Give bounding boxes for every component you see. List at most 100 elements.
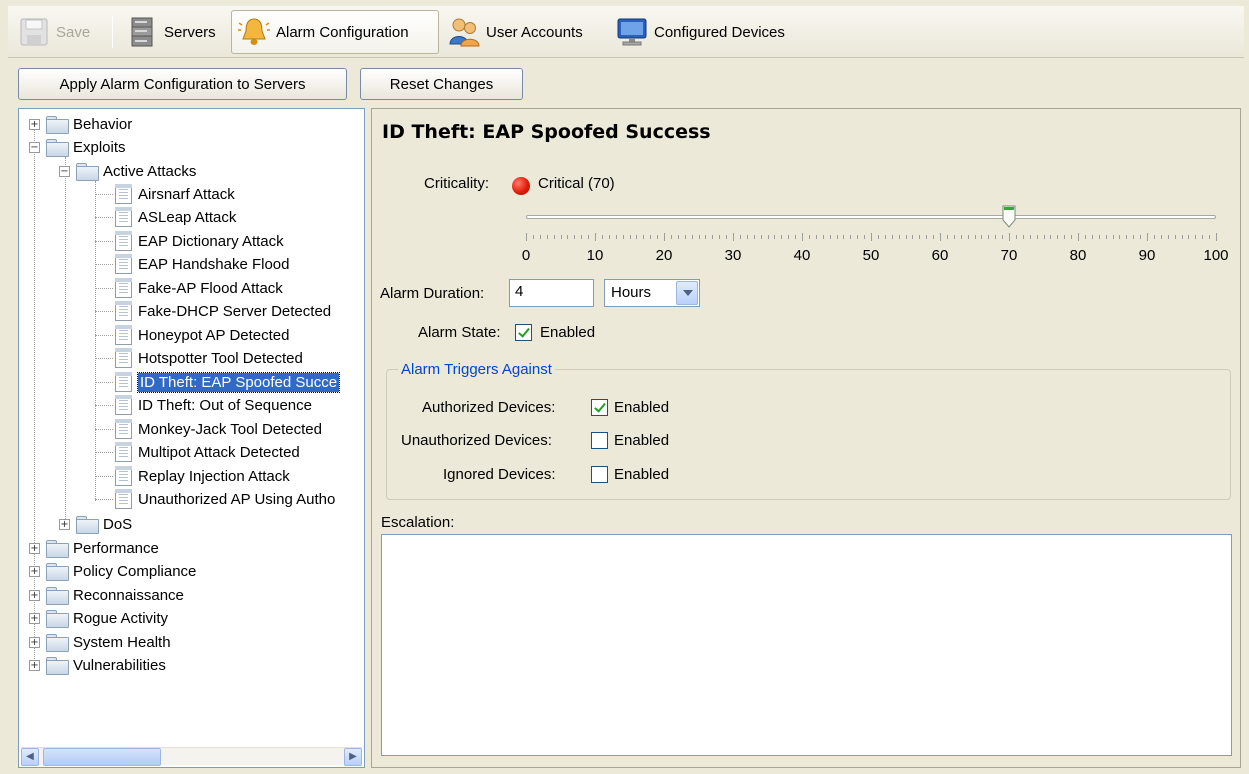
tree-leaf-eap-dictionary[interactable]: EAP Dictionary Attack: [95, 230, 284, 252]
scrollbar-thumb[interactable]: [43, 748, 161, 766]
user-accounts-button[interactable]: User Accounts: [442, 10, 589, 54]
slider-tick: [774, 235, 776, 239]
tree-node-rogue-activity[interactable]: + Rogue Activity: [29, 607, 168, 629]
tree-node-active-attacks[interactable]: − Active Attacks: [59, 160, 196, 182]
unauthorized-devices-checkbox[interactable]: [591, 432, 608, 449]
tree-leaf-label: Airsnarf Attack: [138, 185, 235, 203]
alarm-state-checkbox[interactable]: [515, 324, 532, 341]
slider-tick: [1105, 235, 1107, 239]
slider-tick: [905, 235, 907, 239]
folder-icon: [46, 657, 69, 675]
slider-tick: [829, 235, 831, 239]
expand-icon[interactable]: +: [29, 542, 40, 554]
tree-node-system-health[interactable]: + System Health: [29, 631, 171, 653]
slider-tick: [1188, 235, 1190, 239]
tree-connector: [95, 217, 113, 218]
alarm-state-checkbox-label: Enabled: [540, 324, 596, 341]
tree-leaf-fake-dhcp[interactable]: Fake-DHCP Server Detected: [95, 300, 331, 322]
alarm-tree[interactable]: + Behavior − Exploits − Active Attacks A…: [18, 108, 365, 768]
tree-leaf-label: Unauthorized AP Using Autho: [138, 490, 336, 508]
scroll-right-icon[interactable]: ▶: [344, 748, 362, 766]
servers-button[interactable]: Servers: [120, 10, 222, 54]
slider-tick: [526, 233, 527, 241]
expand-icon[interactable]: +: [29, 659, 40, 671]
tree-leaf-unauthorized-ap[interactable]: Unauthorized AP Using Autho: [95, 488, 335, 510]
escalation-textarea[interactable]: [381, 534, 1232, 756]
tree-leaf-replay-injection[interactable]: Replay Injection Attack: [95, 465, 290, 487]
scroll-left-icon[interactable]: ◀: [21, 748, 39, 766]
tree-node-performance[interactable]: + Performance: [29, 537, 159, 559]
save-label: Save: [56, 23, 91, 41]
expand-icon[interactable]: +: [59, 518, 70, 530]
tree-connector: [95, 429, 113, 430]
slider-tick: [1133, 235, 1135, 239]
tree-connector: [95, 264, 113, 265]
save-icon: [18, 16, 50, 48]
tree-node-label: System Health: [73, 633, 171, 651]
tree-leaf-airsnarf[interactable]: Airsnarf Attack: [95, 183, 235, 205]
authorized-devices-checkbox[interactable]: [591, 399, 608, 416]
toolbar-separator: [112, 16, 113, 48]
tree-horizontal-scrollbar[interactable]: ◀ ▶: [21, 747, 362, 766]
slider-tick: [1147, 233, 1148, 241]
ignored-devices-checkbox[interactable]: [591, 466, 608, 483]
tree-node-reconnaissance[interactable]: + Reconnaissance: [29, 584, 184, 606]
tree-leaf-label: ASLeap Attack: [138, 208, 237, 226]
tree-node-vulnerabilities[interactable]: + Vulnerabilities: [29, 654, 166, 676]
critical-status-icon: [512, 177, 530, 195]
chevron-down-icon[interactable]: [676, 281, 698, 305]
slider-tick: [891, 235, 893, 239]
configured-devices-button[interactable]: Configured Devices: [610, 10, 791, 54]
alarm-duration-input[interactable]: 4: [509, 279, 594, 307]
slider-tick: [698, 235, 700, 239]
slider-tick: [940, 233, 941, 241]
reset-changes-button[interactable]: Reset Changes: [360, 68, 523, 100]
apply-alarm-configuration-button[interactable]: Apply Alarm Configuration to Servers: [18, 68, 347, 100]
tree-node-label: DoS: [103, 515, 133, 533]
slider-tick: [636, 235, 638, 239]
folder-icon: [76, 516, 99, 534]
alarm-configuration-tab[interactable]: Alarm Configuration: [231, 10, 439, 54]
slider-tick: [960, 235, 962, 239]
tree-node-policy-compliance[interactable]: + Policy Compliance: [29, 560, 196, 582]
tree-leaf-id-theft-eap-spoofed[interactable]: ID Theft: EAP Spoofed Succe: [95, 371, 341, 393]
slider-thumb[interactable]: [1002, 205, 1016, 229]
expand-icon[interactable]: +: [29, 612, 40, 624]
collapse-icon[interactable]: −: [29, 141, 40, 153]
tree-leaf-fake-ap-flood[interactable]: Fake-AP Flood Attack: [95, 277, 283, 299]
slider-tick: [1084, 235, 1086, 239]
slider-tick: [595, 233, 596, 241]
tree-leaf-multipot[interactable]: Multipot Attack Detected: [95, 441, 300, 463]
tree-leaf-label: Replay Injection Attack: [138, 467, 290, 485]
tree-node-dos[interactable]: + DoS: [59, 513, 132, 535]
slider-tick: [843, 235, 845, 239]
slider-tick: [574, 235, 576, 239]
tree-node-exploits[interactable]: − Exploits: [29, 136, 126, 158]
slider-tick-label: 100: [1203, 247, 1229, 264]
tree-leaf-honeypot[interactable]: Honeypot AP Detected: [95, 324, 290, 346]
tree-leaf-label: Honeypot AP Detected: [138, 326, 290, 344]
duration-unit-select[interactable]: Hours: [604, 279, 700, 307]
slider-tick: [933, 235, 935, 239]
expand-icon[interactable]: +: [29, 636, 40, 648]
slider-tick: [608, 235, 610, 239]
save-button[interactable]: Save: [12, 10, 96, 54]
tree-leaf-eap-handshake[interactable]: EAP Handshake Flood: [95, 253, 290, 275]
slider-tick: [546, 235, 548, 239]
tree-leaf-monkey-jack[interactable]: Monkey-Jack Tool Detected: [95, 418, 322, 440]
tree-node-behavior[interactable]: + Behavior: [29, 113, 132, 135]
tree-leaf-id-theft-sequence[interactable]: ID Theft: Out of Sequence: [95, 394, 312, 416]
criticality-slider[interactable]: [526, 215, 1216, 219]
slider-tick: [746, 235, 748, 239]
tree-leaf-hotspotter[interactable]: Hotspotter Tool Detected: [95, 347, 303, 369]
slider-tick: [1112, 235, 1114, 239]
tree-node-label: Rogue Activity: [73, 609, 169, 627]
tree-leaf-asleap[interactable]: ASLeap Attack: [95, 206, 236, 228]
expand-icon[interactable]: +: [29, 565, 40, 577]
escalation-label: Escalation:: [381, 514, 455, 531]
slider-tick-label: 30: [724, 247, 742, 264]
tree-connector: [95, 452, 113, 453]
expand-icon[interactable]: +: [29, 118, 40, 130]
collapse-icon[interactable]: −: [59, 165, 70, 177]
expand-icon[interactable]: +: [29, 589, 40, 601]
